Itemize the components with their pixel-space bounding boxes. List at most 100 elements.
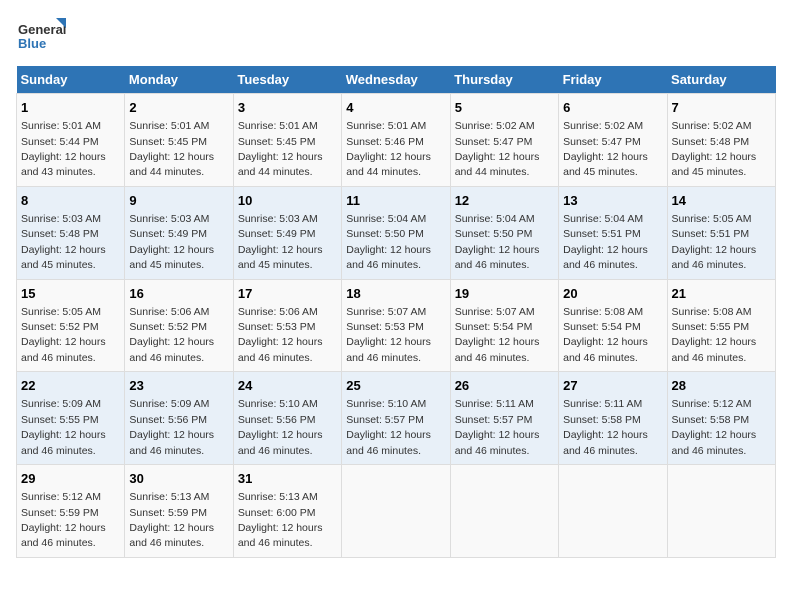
sunset-info: Sunset: 5:50 PM <box>455 228 533 240</box>
day-number: 22 <box>21 377 120 395</box>
daylight-info: Daylight: 12 hours and 46 minutes. <box>455 429 540 456</box>
week-row-5: 29 Sunrise: 5:12 AM Sunset: 5:59 PM Dayl… <box>17 465 776 558</box>
day-cell: 27 Sunrise: 5:11 AM Sunset: 5:58 PM Dayl… <box>559 372 667 465</box>
daylight-info: Daylight: 12 hours and 46 minutes. <box>563 336 648 363</box>
sunrise-info: Sunrise: 5:12 AM <box>672 398 752 410</box>
day-number: 23 <box>129 377 228 395</box>
day-cell: 13 Sunrise: 5:04 AM Sunset: 5:51 PM Dayl… <box>559 186 667 279</box>
sunrise-info: Sunrise: 5:11 AM <box>455 398 534 410</box>
day-cell: 12 Sunrise: 5:04 AM Sunset: 5:50 PM Dayl… <box>450 186 558 279</box>
sunrise-info: Sunrise: 5:03 AM <box>238 213 318 225</box>
day-cell: 21 Sunrise: 5:08 AM Sunset: 5:55 PM Dayl… <box>667 279 775 372</box>
day-cell: 19 Sunrise: 5:07 AM Sunset: 5:54 PM Dayl… <box>450 279 558 372</box>
sunset-info: Sunset: 5:58 PM <box>672 414 750 426</box>
day-cell: 4 Sunrise: 5:01 AM Sunset: 5:46 PM Dayli… <box>342 94 450 187</box>
sunrise-info: Sunrise: 5:09 AM <box>129 398 209 410</box>
day-number: 15 <box>21 285 120 303</box>
day-number: 21 <box>672 285 771 303</box>
sunrise-info: Sunrise: 5:01 AM <box>346 120 426 132</box>
header: General Blue <box>16 16 776 56</box>
daylight-info: Daylight: 12 hours and 46 minutes. <box>21 429 106 456</box>
sunset-info: Sunset: 5:53 PM <box>346 321 424 333</box>
day-cell: 15 Sunrise: 5:05 AM Sunset: 5:52 PM Dayl… <box>17 279 125 372</box>
sunrise-info: Sunrise: 5:06 AM <box>238 306 318 318</box>
day-number: 30 <box>129 470 228 488</box>
svg-text:Blue: Blue <box>18 36 46 51</box>
day-number: 18 <box>346 285 445 303</box>
svg-text:General: General <box>18 22 66 37</box>
day-number: 4 <box>346 99 445 117</box>
sunrise-info: Sunrise: 5:04 AM <box>346 213 426 225</box>
sunset-info: Sunset: 5:47 PM <box>563 136 641 148</box>
sunrise-info: Sunrise: 5:02 AM <box>672 120 752 132</box>
day-number: 1 <box>21 99 120 117</box>
day-cell: 11 Sunrise: 5:04 AM Sunset: 5:50 PM Dayl… <box>342 186 450 279</box>
sunrise-info: Sunrise: 5:05 AM <box>21 306 101 318</box>
day-number: 6 <box>563 99 662 117</box>
sunrise-info: Sunrise: 5:09 AM <box>21 398 101 410</box>
sunset-info: Sunset: 5:55 PM <box>21 414 99 426</box>
col-header-thursday: Thursday <box>450 66 558 94</box>
day-cell: 9 Sunrise: 5:03 AM Sunset: 5:49 PM Dayli… <box>125 186 233 279</box>
sunrise-info: Sunrise: 5:08 AM <box>672 306 752 318</box>
day-number: 14 <box>672 192 771 210</box>
sunrise-info: Sunrise: 5:03 AM <box>129 213 209 225</box>
day-number: 3 <box>238 99 337 117</box>
daylight-info: Daylight: 12 hours and 46 minutes. <box>346 336 431 363</box>
sunset-info: Sunset: 5:59 PM <box>129 507 207 519</box>
daylight-info: Daylight: 12 hours and 46 minutes. <box>346 244 431 271</box>
logo-svg: General Blue <box>16 16 66 56</box>
sunrise-info: Sunrise: 5:01 AM <box>238 120 318 132</box>
day-number: 12 <box>455 192 554 210</box>
sunset-info: Sunset: 5:45 PM <box>238 136 316 148</box>
day-cell: 25 Sunrise: 5:10 AM Sunset: 5:57 PM Dayl… <box>342 372 450 465</box>
day-cell: 3 Sunrise: 5:01 AM Sunset: 5:45 PM Dayli… <box>233 94 341 187</box>
day-cell: 16 Sunrise: 5:06 AM Sunset: 5:52 PM Dayl… <box>125 279 233 372</box>
sunrise-info: Sunrise: 5:02 AM <box>455 120 535 132</box>
day-cell: 30 Sunrise: 5:13 AM Sunset: 5:59 PM Dayl… <box>125 465 233 558</box>
sunset-info: Sunset: 5:55 PM <box>672 321 750 333</box>
daylight-info: Daylight: 12 hours and 44 minutes. <box>455 151 540 178</box>
sunset-info: Sunset: 5:47 PM <box>455 136 533 148</box>
day-number: 5 <box>455 99 554 117</box>
sunset-info: Sunset: 5:49 PM <box>238 228 316 240</box>
day-cell: 22 Sunrise: 5:09 AM Sunset: 5:55 PM Dayl… <box>17 372 125 465</box>
day-number: 24 <box>238 377 337 395</box>
day-number: 20 <box>563 285 662 303</box>
week-row-4: 22 Sunrise: 5:09 AM Sunset: 5:55 PM Dayl… <box>17 372 776 465</box>
day-number: 19 <box>455 285 554 303</box>
sunset-info: Sunset: 5:56 PM <box>238 414 316 426</box>
day-cell <box>667 465 775 558</box>
col-header-sunday: Sunday <box>17 66 125 94</box>
daylight-info: Daylight: 12 hours and 46 minutes. <box>21 522 106 549</box>
day-number: 9 <box>129 192 228 210</box>
col-header-saturday: Saturday <box>667 66 775 94</box>
sunset-info: Sunset: 5:53 PM <box>238 321 316 333</box>
day-number: 16 <box>129 285 228 303</box>
daylight-info: Daylight: 12 hours and 45 minutes. <box>563 151 648 178</box>
sunrise-info: Sunrise: 5:13 AM <box>238 491 318 503</box>
day-number: 8 <box>21 192 120 210</box>
day-cell: 7 Sunrise: 5:02 AM Sunset: 5:48 PM Dayli… <box>667 94 775 187</box>
sunrise-info: Sunrise: 5:13 AM <box>129 491 209 503</box>
daylight-info: Daylight: 12 hours and 46 minutes. <box>129 429 214 456</box>
sunrise-info: Sunrise: 5:10 AM <box>346 398 426 410</box>
sunset-info: Sunset: 5:51 PM <box>563 228 641 240</box>
sunset-info: Sunset: 5:48 PM <box>672 136 750 148</box>
day-number: 29 <box>21 470 120 488</box>
col-header-wednesday: Wednesday <box>342 66 450 94</box>
sunrise-info: Sunrise: 5:06 AM <box>129 306 209 318</box>
sunrise-info: Sunrise: 5:01 AM <box>129 120 209 132</box>
sunset-info: Sunset: 5:46 PM <box>346 136 424 148</box>
daylight-info: Daylight: 12 hours and 45 minutes. <box>672 151 757 178</box>
daylight-info: Daylight: 12 hours and 46 minutes. <box>563 429 648 456</box>
daylight-info: Daylight: 12 hours and 46 minutes. <box>346 429 431 456</box>
week-row-1: 1 Sunrise: 5:01 AM Sunset: 5:44 PM Dayli… <box>17 94 776 187</box>
daylight-info: Daylight: 12 hours and 46 minutes. <box>129 522 214 549</box>
sunset-info: Sunset: 5:57 PM <box>455 414 533 426</box>
daylight-info: Daylight: 12 hours and 46 minutes. <box>672 244 757 271</box>
day-cell <box>342 465 450 558</box>
day-cell: 24 Sunrise: 5:10 AM Sunset: 5:56 PM Dayl… <box>233 372 341 465</box>
sunrise-info: Sunrise: 5:11 AM <box>563 398 642 410</box>
day-cell: 23 Sunrise: 5:09 AM Sunset: 5:56 PM Dayl… <box>125 372 233 465</box>
